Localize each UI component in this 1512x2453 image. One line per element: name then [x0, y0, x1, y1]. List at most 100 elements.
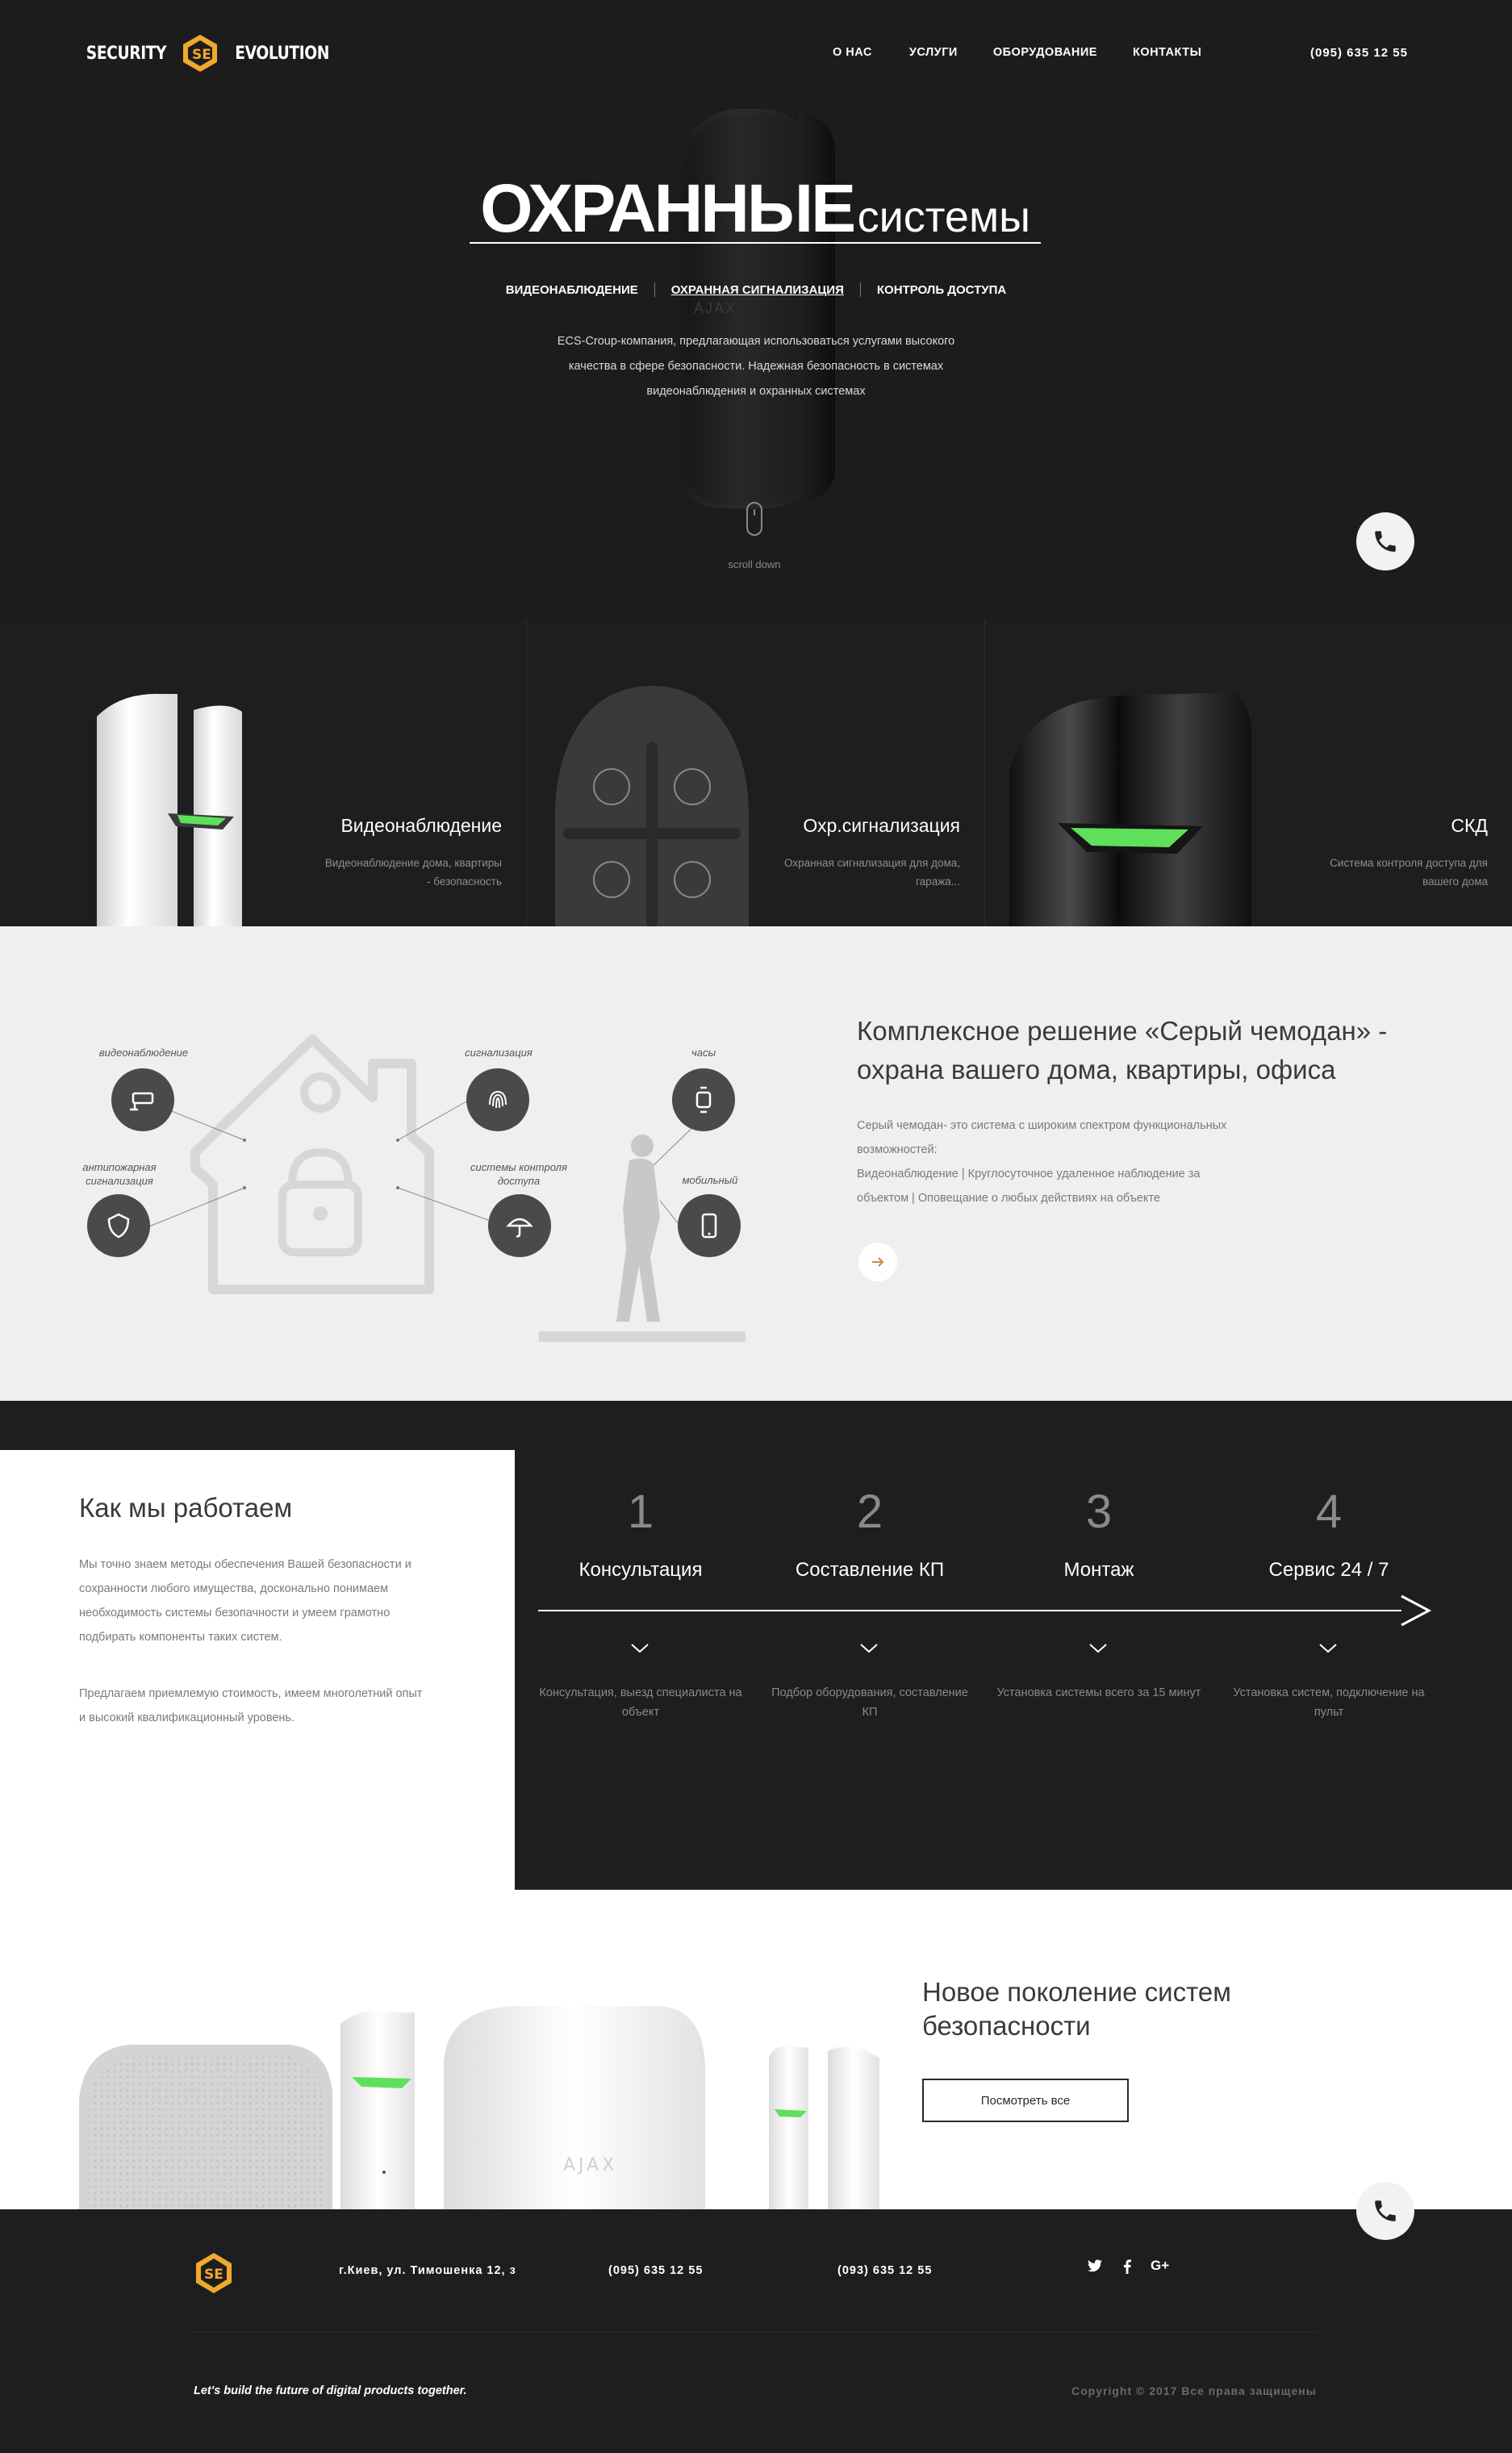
- icon-label-access: системы контроля доступа: [470, 1161, 567, 1187]
- complex-text-line: Серый чемодан- это система с широким спе…: [857, 1119, 1227, 1132]
- footer-phone-1[interactable]: (095) 635 12 55: [608, 2264, 703, 2277]
- call-button[interactable]: [1356, 2182, 1414, 2240]
- twitter-icon[interactable]: [1088, 2259, 1102, 2276]
- step-description: Подбор оборудования, составление КП: [771, 1686, 968, 1719]
- how-paragraph-line: сохранности любого имущества, доскональн…: [79, 1582, 389, 1595]
- arrow-right-icon: [872, 1257, 884, 1267]
- footer-phone-2[interactable]: (093) 635 12 55: [837, 2264, 932, 2277]
- hero-title-light: системы: [857, 193, 1030, 241]
- logo-emblem-icon: SE: [182, 35, 217, 72]
- hero-description-line: видеонаблюдения и охранных системах: [646, 385, 866, 398]
- icon-label-watch: часы: [691, 1047, 716, 1059]
- footer-logo-icon[interactable]: SE: [194, 2251, 234, 2295]
- service-card-alarm[interactable]: Охр.сигнализация Охранная сигнализация д…: [527, 620, 984, 926]
- service-card-video[interactable]: Видеонаблюдение Видеонаблюдение дома, кв…: [0, 620, 526, 926]
- hero-description-line: ECS-Croup-компания, предлагающая использ…: [557, 335, 955, 348]
- service-card-desc: Охранная сигнализация для дома, гаража..…: [784, 857, 960, 888]
- footer-divider: [194, 2332, 1317, 2333]
- hero-link-access[interactable]: КОНТРОЛЬ ДОСТУПА: [861, 283, 1022, 297]
- scroll-mouse-icon[interactable]: [746, 502, 762, 536]
- process-timeline: [538, 1610, 1401, 1611]
- shield-icon: [87, 1194, 150, 1257]
- svg-text:SE: SE: [204, 2267, 223, 2283]
- step-title: Составление КП: [795, 1559, 945, 1581]
- how-paragraph-line: Предлагаем приемлемую стоимость, имеем м…: [79, 1687, 423, 1700]
- complex-text-line: возможностей:: [857, 1143, 938, 1156]
- hero-title: ОХРАННЫЕ системы: [470, 169, 1041, 248]
- product-lineup-image: AJAX: [79, 2006, 879, 2209]
- phone-icon: [1375, 531, 1396, 552]
- chevron-down-icon[interactable]: [1088, 1642, 1108, 1655]
- step-description: Установка систем, подключение на пульт: [1233, 1686, 1425, 1719]
- hero-title-bold: ОХРАННЫЕ: [480, 170, 856, 246]
- door-sensor-image: [97, 693, 242, 926]
- chevron-down-icon[interactable]: [859, 1642, 879, 1655]
- step-title: Монтаж: [1063, 1559, 1134, 1581]
- service-card-desc: Видеонаблюдение дома, квартиры - безопас…: [324, 857, 502, 888]
- step-number: 4: [1315, 1486, 1343, 1538]
- fingerprint-icon: [466, 1068, 529, 1131]
- service-card-desc: Система контроля доступа для вашего дома: [1330, 857, 1488, 888]
- timeline-arrow-icon: [1401, 1594, 1432, 1627]
- chevron-down-icon[interactable]: [1318, 1642, 1338, 1655]
- icon-label-alarm: сигнализация: [465, 1047, 533, 1059]
- scroll-down-label[interactable]: scroll down: [710, 558, 799, 570]
- hero-title-underline: [470, 242, 1041, 244]
- icon-label-video: видеонаблюдение: [98, 1047, 189, 1059]
- complex-text-line: объектом | Оповещание о любых действиях …: [857, 1192, 1160, 1205]
- footer: [0, 2209, 1512, 2453]
- nav-item-equipment[interactable]: ОБОРУДОВАНИЕ: [993, 46, 1097, 59]
- complex-more-button[interactable]: [858, 1243, 897, 1281]
- hero-service-links: ВИДЕОНАБЛЮДЕНИЕ ОХРАННАЯ СИГНАЛИЗАЦИЯ КО…: [468, 282, 1044, 297]
- product-section: AJAX: [0, 1890, 1512, 2209]
- service-card-title: Видеонаблюдение: [340, 815, 502, 836]
- header-phone-link[interactable]: (095) 635 12 55: [1310, 46, 1408, 60]
- call-button[interactable]: [1356, 512, 1414, 570]
- footer-copyright: Copyright © 2017 Все права защищены: [1071, 2384, 1317, 2397]
- step-number: 1: [627, 1486, 654, 1538]
- phone-icon: [1375, 2200, 1396, 2221]
- step-title: Сервис 24 / 7: [1268, 1559, 1389, 1581]
- how-paragraph-line: необходимость системы безопачности и уме…: [79, 1607, 391, 1619]
- step-number: 2: [856, 1486, 883, 1538]
- see-all-button[interactable]: Посмотреть все: [922, 2079, 1129, 2122]
- hero-description-line: качества в сфере безопасности. Надежная …: [568, 360, 944, 373]
- umbrella-icon: [488, 1194, 551, 1257]
- how-title: Как мы работаем: [79, 1493, 293, 1523]
- complex-text: Серый чемодан- это система с широким спе…: [857, 1114, 1293, 1210]
- product-title: Новое поколение систем безопасности: [922, 1977, 1231, 2041]
- facebook-icon[interactable]: [1123, 2259, 1131, 2278]
- step-title: Консультация: [578, 1559, 703, 1581]
- keyfob-image: [555, 686, 749, 926]
- smartwatch-icon: [672, 1068, 735, 1131]
- logo-word-right: EVOLUTION: [235, 43, 329, 64]
- svg-text:SE: SE: [192, 47, 211, 63]
- motion-detector-image: [1009, 692, 1251, 926]
- step-description: Консультация, выезд специалиста на объек…: [539, 1686, 742, 1719]
- service-card-title: СКД: [1451, 815, 1488, 836]
- hero-link-alarm[interactable]: ОХРАННАЯ СИГНАЛИЗАЦИЯ: [655, 283, 860, 297]
- hero-link-video[interactable]: ВИДЕОНАБЛЮДЕНИЕ: [490, 283, 654, 297]
- footer-slogan: Let's build the future of digital produc…: [194, 2384, 467, 2397]
- step-description: Установка системы всего за 15 минут: [996, 1686, 1201, 1699]
- hero-description: ECS-Croup-компания, предлагающая использ…: [516, 329, 996, 404]
- nav-item-contacts[interactable]: КОНТАКТЫ: [1133, 46, 1201, 59]
- nav-item-services[interactable]: УСЛУГИ: [909, 46, 958, 59]
- google-plus-icon[interactable]: G+: [1151, 2258, 1169, 2274]
- how-paragraph-1: Мы точно знаем методы обеспечения Вашей …: [79, 1552, 458, 1649]
- logo-word-left: SECURITY: [86, 43, 167, 64]
- how-paragraph-line: подбирать компоненты таких систем.: [79, 1631, 282, 1644]
- icon-label-mobile: мобильный: [682, 1174, 738, 1186]
- site-logo[interactable]: SECURITY SE EVOLUTION: [79, 31, 337, 76]
- how-paragraph-line: Мы точно знаем методы обеспечения Вашей …: [79, 1558, 411, 1571]
- icon-label-fire: антипожарная сигнализация: [82, 1161, 157, 1187]
- nav-item-about[interactable]: О НАС: [833, 46, 872, 59]
- svg-text:AJAX: AJAX: [563, 2155, 617, 2175]
- step-number: 3: [1085, 1486, 1113, 1538]
- footer-address: г.Киев, ул. Тимошенка 12, з: [339, 2264, 516, 2277]
- hero-device-brand: AJAX: [694, 300, 737, 316]
- cctv-camera-icon: [111, 1068, 174, 1131]
- how-paragraph-line: и высокий квалификационный уровень.: [79, 1711, 295, 1724]
- chevron-down-icon[interactable]: [630, 1642, 649, 1655]
- service-card-access[interactable]: СКД Система контроля доступа для вашего …: [985, 620, 1512, 926]
